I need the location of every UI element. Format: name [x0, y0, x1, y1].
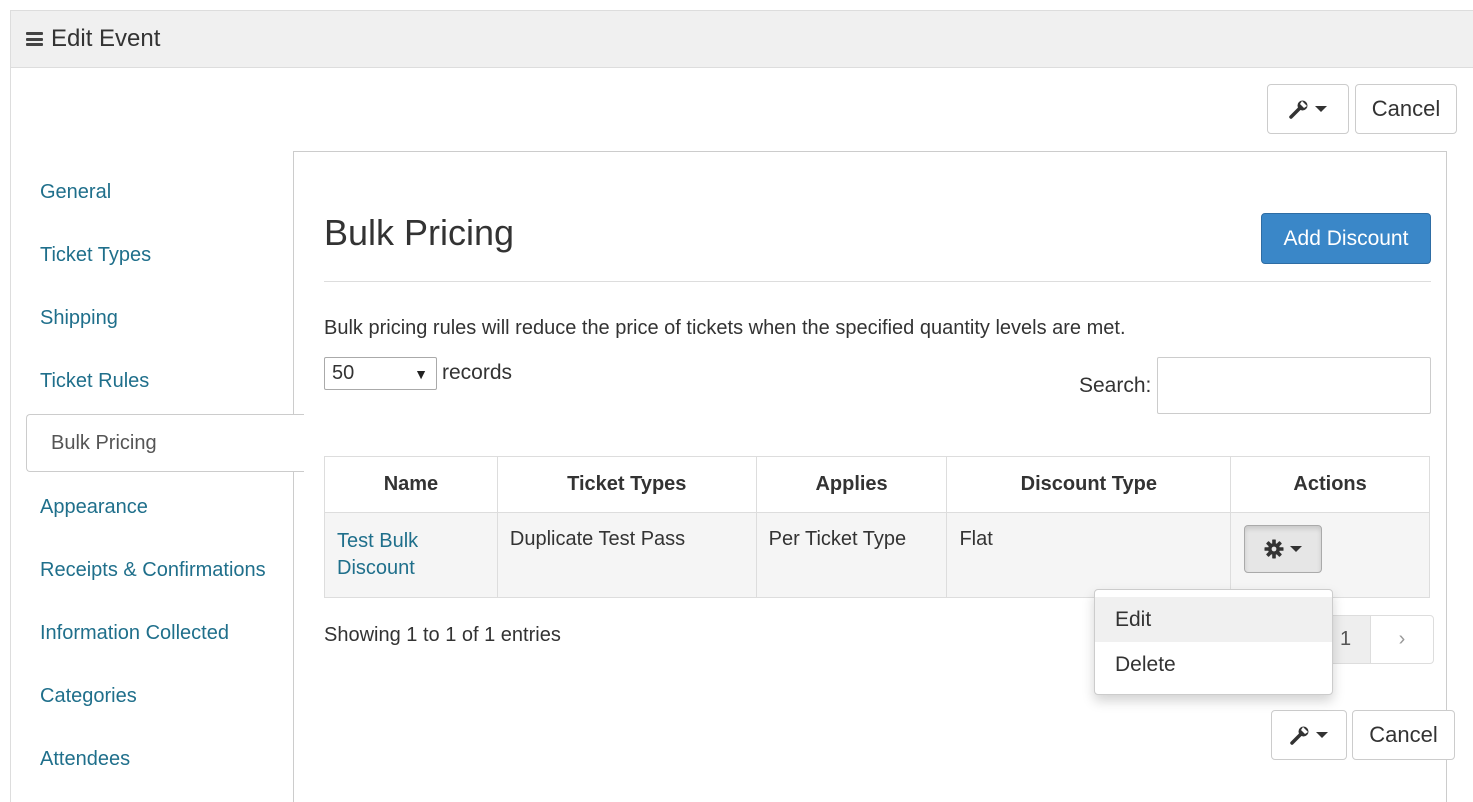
tools-dropdown-button-top[interactable]	[1267, 84, 1349, 134]
menu-item-edit[interactable]: Edit	[1095, 597, 1332, 642]
cell-applies: Per Ticket Type	[755, 512, 948, 598]
sidebar-item-appearance[interactable]: Appearance	[16, 478, 294, 536]
sidebar-item-bulk-pricing[interactable]: Bulk Pricing	[26, 414, 304, 472]
sidebar-item-general[interactable]: General	[16, 163, 294, 221]
description-text: Bulk pricing rules will reduce the price…	[324, 317, 1126, 339]
sidebar-item-attendees[interactable]: Attendees	[16, 730, 294, 788]
hamburger-icon[interactable]	[26, 32, 43, 46]
main-content: Bulk Pricing Add Discount Bulk pricing r…	[293, 151, 1447, 802]
discount-name-link[interactable]: Test Bulk Discount	[337, 530, 418, 579]
sidebar-item-categories[interactable]: Categories	[16, 667, 294, 725]
wrench-icon	[1289, 99, 1309, 119]
menu-item-delete[interactable]: Delete	[1095, 642, 1332, 687]
sidebar-item-ticket-rules[interactable]: Ticket Rules	[16, 352, 294, 410]
row-actions-button[interactable]	[1244, 525, 1322, 573]
wrench-icon	[1290, 725, 1310, 745]
pagination-next[interactable]: ›	[1370, 615, 1434, 664]
tools-dropdown-button-bottom[interactable]	[1271, 710, 1347, 760]
column-header-applies[interactable]: Applies	[755, 456, 948, 513]
section-title: Bulk Pricing	[324, 212, 515, 253]
records-per-page-select[interactable]: 50 ▼	[324, 357, 437, 390]
cancel-button-bottom[interactable]: Cancel	[1352, 710, 1455, 760]
sidebar-item-information-collected[interactable]: Information Collected	[16, 604, 294, 662]
table-info: Showing 1 to 1 of 1 entries	[324, 624, 561, 646]
cell-name: Test Bulk Discount	[324, 512, 498, 598]
column-header-discount-type[interactable]: Discount Type	[946, 456, 1232, 513]
cell-discount-type: Flat	[946, 512, 1232, 598]
chevron-down-icon	[1315, 106, 1327, 112]
cell-ticket-types: Duplicate Test Pass	[496, 512, 757, 598]
dropdown-arrow-icon: ▼	[414, 366, 428, 382]
gear-icon	[1264, 539, 1284, 559]
sidebar-item-receipts[interactable]: Receipts & Confirmations	[16, 541, 294, 599]
column-header-actions: Actions	[1230, 456, 1430, 513]
pagination: 1 ›	[1320, 615, 1434, 664]
table-header-row: Name Ticket Types Applies Discount Type …	[324, 456, 1430, 513]
sidebar-item-ticket-types[interactable]: Ticket Types	[16, 226, 294, 284]
records-per-page-value: 50	[332, 362, 355, 384]
column-header-ticket-types[interactable]: Ticket Types	[496, 456, 757, 513]
chevron-down-icon	[1290, 546, 1302, 552]
divider	[324, 281, 1431, 282]
sidebar-item-shipping[interactable]: Shipping	[16, 289, 294, 347]
panel-heading: Edit Event	[11, 11, 1473, 68]
page-title: Edit Event	[51, 25, 161, 52]
actions-dropdown-menu: Edit Delete	[1094, 589, 1333, 695]
chevron-down-icon	[1316, 732, 1328, 738]
column-header-name[interactable]: Name	[324, 456, 498, 513]
cancel-button-top[interactable]: Cancel	[1355, 84, 1457, 134]
search-input[interactable]	[1157, 357, 1431, 414]
search-label: Search:	[1079, 374, 1152, 397]
add-discount-button[interactable]: Add Discount	[1261, 213, 1431, 264]
records-label: records	[442, 361, 513, 384]
